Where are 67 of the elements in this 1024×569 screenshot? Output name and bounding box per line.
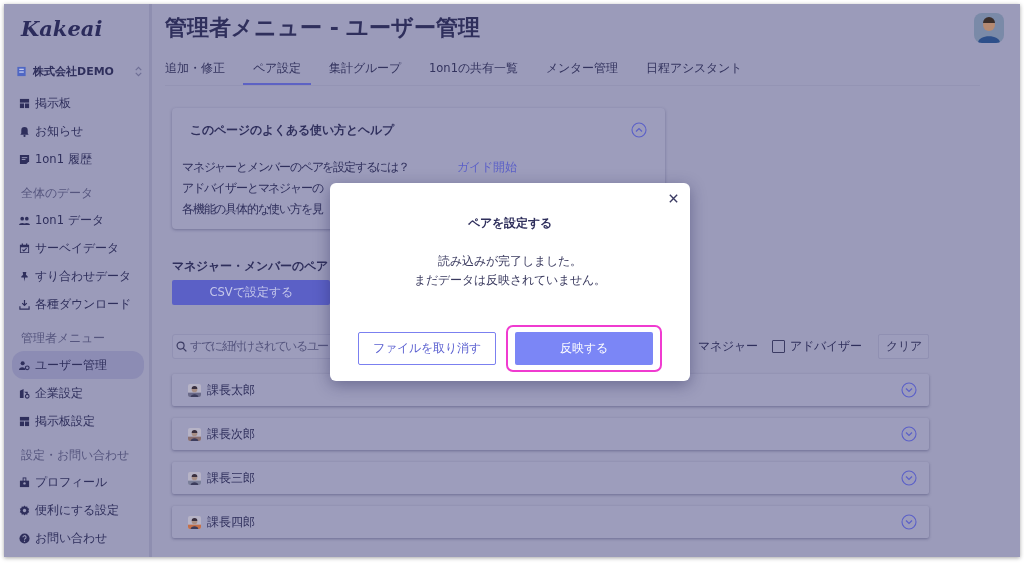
help-icon — [19, 532, 30, 544]
sidebar-item[interactable]: サーベイデータ — [12, 234, 144, 262]
gear-icon — [19, 504, 30, 516]
pair-row[interactable]: 課長次郎 — [172, 418, 929, 450]
help-text: 各機能の具体的な使い方を見 — [182, 202, 324, 217]
tab[interactable]: 追加・修正 — [165, 52, 235, 85]
chevron-up-icon[interactable] — [631, 122, 647, 138]
sidebar-item[interactable]: 企業設定 — [12, 379, 144, 407]
dialog-title: ペアを設定する — [468, 215, 552, 232]
sidebar-item[interactable]: お問い合わせ — [12, 524, 144, 552]
cancel-button[interactable]: ファイルを取り消す — [358, 332, 496, 365]
chevron-down-icon[interactable] — [901, 382, 917, 398]
board-icon — [19, 415, 30, 427]
checkbox[interactable] — [772, 340, 785, 353]
user-name: 課長次郎 — [207, 426, 256, 442]
note-icon — [19, 153, 30, 165]
help-title: このページのよくある使い方とヘルプ — [190, 122, 394, 138]
user-name: 課長太郎 — [207, 382, 256, 398]
section-heading: 設定・お問い合わせ — [20, 447, 130, 464]
section-heading: 管理者メニュー — [20, 330, 106, 347]
sort-icon — [133, 66, 144, 77]
pair-row[interactable]: 課長四郎 — [172, 506, 929, 538]
apply-button[interactable]: 反映する — [515, 332, 653, 365]
search-icon — [176, 341, 187, 352]
download-icon — [19, 298, 30, 310]
calendar-icon — [19, 242, 30, 254]
user-name: 課長四郎 — [207, 514, 256, 530]
sidebar-item[interactable]: 各種ダウンロード — [12, 290, 144, 318]
help-text: アドバイザーとマネジャーの — [182, 181, 324, 196]
dialog-message: 読み込みが完了しました。 — [438, 254, 582, 269]
section-title: マネジャー・メンバーのペア — [172, 259, 328, 274]
avatar — [974, 13, 1004, 43]
sidebar-item[interactable]: 掲示板 — [12, 89, 144, 117]
bell-icon — [19, 125, 30, 137]
sidebar-item[interactable]: すり合わせデータ — [12, 262, 144, 290]
tab[interactable]: メンター管理 — [535, 52, 628, 85]
people-icon — [19, 214, 30, 226]
close-icon — [667, 193, 679, 204]
pair-row[interactable]: 課長三郎 — [172, 462, 929, 494]
user-name: 課長三郎 — [207, 470, 256, 486]
chevron-down-icon[interactable] — [901, 426, 917, 442]
tab[interactable]: 集計グループ — [319, 52, 411, 85]
company-name[interactable]: 株式会社DEMO — [33, 64, 127, 79]
logo: Kakeai — [19, 15, 104, 43]
sidebar-item[interactable]: 1on1 履歴 — [12, 145, 144, 173]
sidebar-item[interactable]: お知らせ — [12, 117, 144, 145]
id-badge-icon — [19, 476, 30, 488]
chevron-down-icon[interactable] — [901, 470, 917, 486]
sidebar-item[interactable]: 1on1 データ — [12, 206, 144, 234]
help-text: マネジャーとメンバーのペアを設定するには？ — [182, 160, 410, 175]
tab[interactable]: 1on1の共有一覧 — [419, 52, 528, 85]
tab[interactable]: ペア設定 — [243, 52, 311, 85]
page-title: 管理者メニュー - ユーザー管理 — [165, 14, 482, 42]
filter-label: マネジャー — [698, 339, 758, 354]
csv-button[interactable]: CSVで設定する — [172, 280, 330, 305]
clear-button[interactable]: クリア — [878, 334, 929, 359]
chevron-down-icon[interactable] — [901, 514, 917, 530]
tab[interactable]: 日程アシスタント — [635, 52, 752, 85]
sidebar-item[interactable]: ユーザー管理 — [12, 351, 144, 379]
pin-icon — [19, 270, 30, 282]
sidebar-item[interactable]: 掲示板設定 — [12, 407, 144, 435]
filter-label: アドバイザー — [790, 339, 862, 354]
sidebar-item[interactable]: プロフィール — [12, 468, 144, 496]
dialog-message: まだデータは反映されていません。 — [414, 273, 606, 288]
user-gear-icon — [19, 359, 30, 371]
sidebar-item[interactable]: 便利にする設定 — [12, 496, 144, 524]
board-icon — [19, 97, 30, 109]
